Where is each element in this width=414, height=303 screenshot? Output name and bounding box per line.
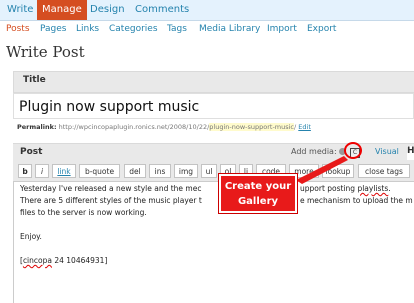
callout-line-2: Gallery (237, 196, 279, 207)
qt-close-tags-button[interactable]: close tags (358, 164, 410, 178)
tab-manage[interactable]: Manage (37, 0, 87, 20)
editor-line-1: Yesterday I've released a new style and … (20, 184, 202, 193)
qt-del-button[interactable]: del (124, 164, 146, 178)
qt-bold-button[interactable]: b (18, 164, 32, 178)
permalink-slug[interactable]: plugin-now-support-music (209, 123, 295, 131)
subnav-export[interactable]: Export (307, 24, 336, 34)
editor-line-1-end: upport posting playlists. (300, 184, 391, 193)
qt-img-button[interactable]: img (174, 164, 198, 178)
tab-comments[interactable]: Comments (130, 0, 194, 20)
top-nav: Write Manage Design Comments (0, 0, 414, 21)
subnav-posts[interactable]: Posts (6, 24, 30, 34)
editor-line-4: Enjoy. (20, 232, 42, 241)
callout-arrow (296, 156, 348, 184)
subnav-tags[interactable]: Tags (167, 24, 187, 34)
subnav-media-library[interactable]: Media Library (199, 24, 260, 34)
permalink-edit-link[interactable]: Edit (298, 123, 311, 131)
post-box-label: Post (20, 147, 43, 157)
editor-line-2: There are 5 different styles of the musi… (20, 196, 202, 205)
subnav-import[interactable]: Import (267, 24, 297, 34)
qt-link-button[interactable]: link (52, 164, 76, 178)
sub-nav: Posts Pages Links Categories Tags Media … (0, 21, 414, 39)
permalink-base: http://wpcincopaplugin.ronics.net/2008/1… (58, 123, 210, 131)
editor-line-3: files to the server is now working. (20, 208, 147, 217)
title-box-header (13, 71, 414, 93)
editor-line-2-end: e mechanism to upload the m (300, 196, 413, 205)
tab-design[interactable]: Design (85, 0, 130, 20)
qt-ins-button[interactable]: ins (149, 164, 171, 178)
post-title-input[interactable]: Plugin now support music (13, 93, 414, 119)
permalink-row: Permalink: http://wpcincopaplugin.ronics… (17, 123, 311, 131)
qt-italic-button[interactable]: i (35, 164, 49, 178)
title-box-label: Title (23, 75, 46, 85)
tab-visual[interactable]: Visual (375, 147, 399, 156)
subnav-pages[interactable]: Pages (40, 24, 66, 34)
tab-html[interactable]: H (407, 146, 414, 160)
page-title: Write Post (6, 43, 85, 61)
permalink-trail: / (294, 123, 297, 131)
editor-line-5: [cincopa 24 10464931] (20, 256, 108, 265)
callout-box: Create your Gallery (218, 173, 298, 214)
permalink-label: Permalink: (17, 123, 57, 131)
subnav-links[interactable]: Links (76, 24, 99, 34)
callout-line-1: Create your (224, 181, 292, 192)
qt-ul-button[interactable]: ul (201, 164, 217, 178)
qt-bquote-button[interactable]: b-quote (79, 164, 120, 178)
tab-write[interactable]: Write (2, 0, 38, 20)
subnav-categories[interactable]: Categories (109, 24, 158, 34)
